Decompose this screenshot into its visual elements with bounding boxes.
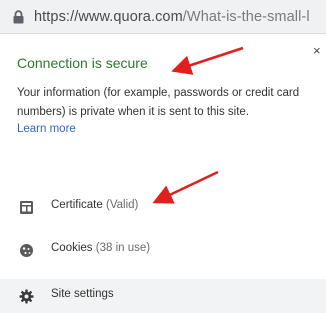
url-host: https://www.quora.com: [34, 9, 183, 25]
gear-icon: [19, 289, 34, 304]
url-text[interactable]: https://www.quora.com/What-is-the-small-…: [34, 9, 310, 25]
certificate-icon: [20, 201, 33, 214]
certificate-status: (Valid): [105, 199, 139, 211]
certificate-row[interactable]: Certificate (Valid): [0, 192, 326, 222]
connection-status-title: Connection is secure: [17, 55, 148, 71]
cookie-icon: [20, 244, 33, 257]
address-bar[interactable]: https://www.quora.com/What-is-the-small-…: [0, 0, 326, 34]
arrow-to-title: [171, 46, 244, 75]
cookies-row[interactable]: Cookies (38 in use): [0, 235, 326, 265]
cookies-label: Cookies: [51, 242, 93, 254]
connection-description: Your information (for example, passwords…: [17, 87, 300, 118]
annotation-arrows: [152, 46, 244, 204]
learn-more-link[interactable]: Learn more: [17, 123, 76, 135]
certificate-label: Certificate: [51, 199, 103, 211]
close-icon[interactable]: ×: [313, 44, 321, 57]
url-path: /What-is-the-small-l: [182, 9, 310, 25]
site-settings-row[interactable]: Site settings: [0, 279, 326, 313]
cookies-count: (38 in use): [95, 242, 151, 254]
lock-icon[interactable]: [12, 10, 25, 24]
site-settings-label: Site settings: [51, 288, 114, 300]
